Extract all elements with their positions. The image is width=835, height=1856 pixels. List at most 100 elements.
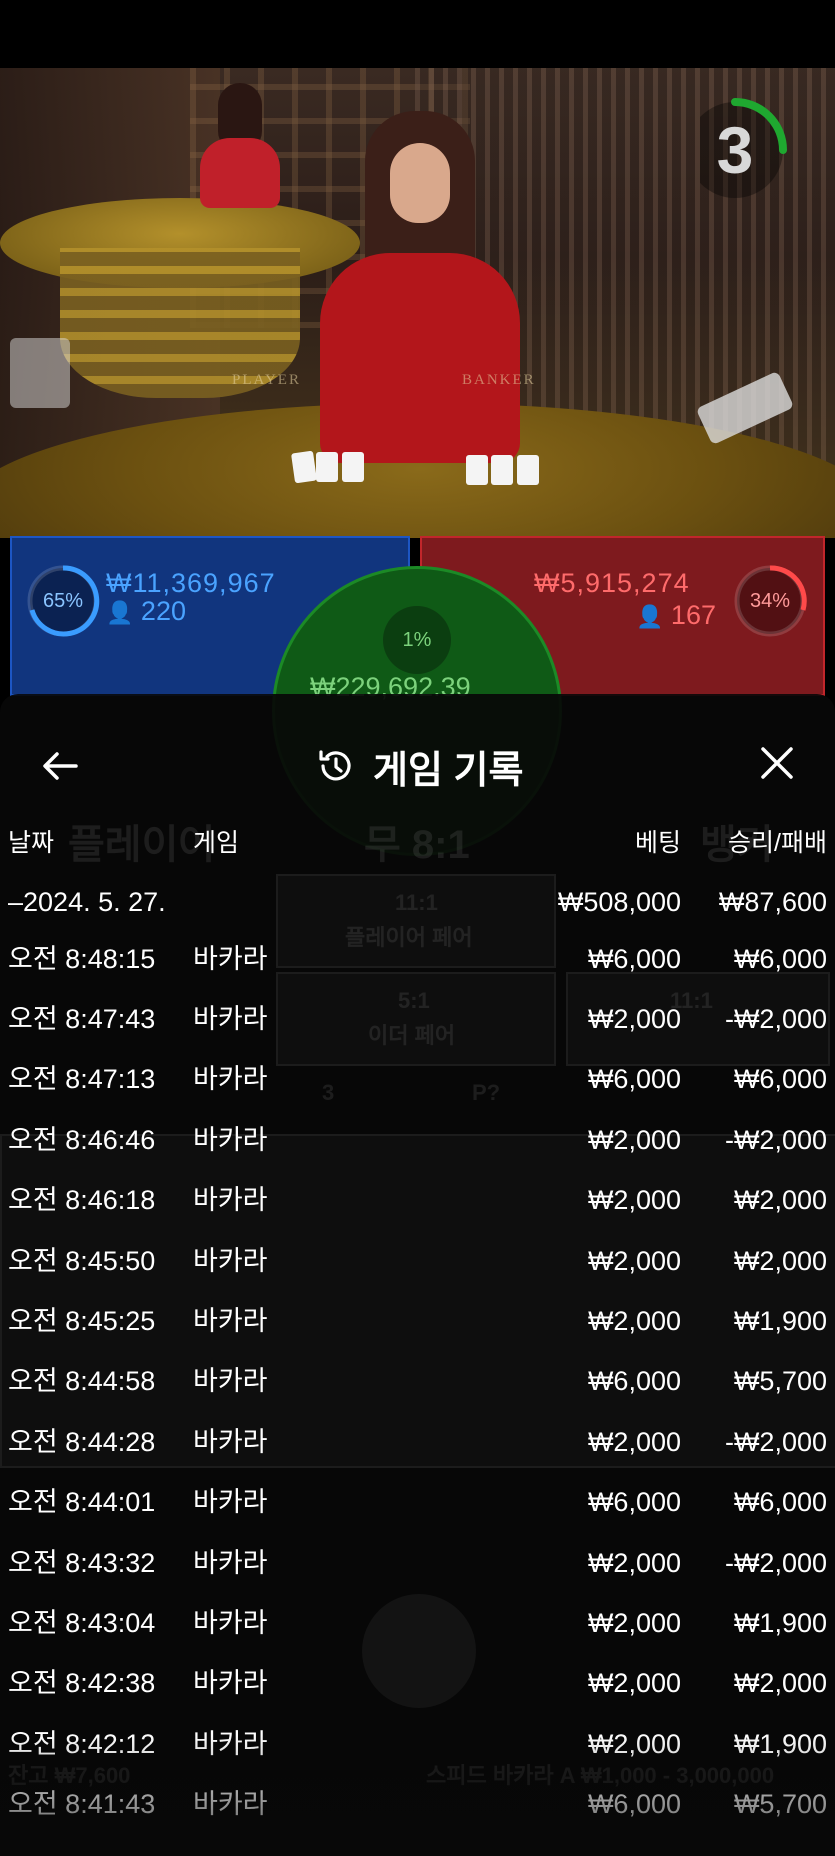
player-card [316,452,338,482]
banker-card [517,455,539,485]
close-button[interactable] [752,738,802,788]
row-bet: ₩2,000 [587,1668,681,1698]
history-row[interactable]: 오전 8:47:43 바카라 ₩2,000 -₩2,000 [0,989,835,1049]
row-date: 오전 8:43:32 [8,1548,156,1578]
timer-value: 3 [716,113,754,187]
row-bet: ₩2,000 [587,1427,681,1457]
row-bet: ₩508,000 [557,887,681,917]
row-date: 오전 8:41:43 [8,1789,156,1819]
row-date: 오전 8:44:01 [8,1487,156,1517]
panel-title-text: 게임 기록 [373,749,524,792]
row-result: ₩5,700 [733,1366,827,1396]
history-row[interactable]: 오전 8:45:25 바카라 ₩2,000 ₩1,900 [0,1291,835,1351]
row-bet: ₩6,000 [587,1789,681,1819]
player-count: 👤 220 [106,596,186,627]
row-result: ₩6,000 [733,1487,827,1517]
row-date: 오전 8:43:04 [8,1608,156,1638]
history-row[interactable]: 오전 8:43:04 바카라 ₩2,000 ₩1,900 [0,1593,835,1653]
row-game: 바카라 [193,1246,268,1276]
banker-count: 👤 167 [636,600,716,631]
discard-tray [10,338,70,408]
back-button[interactable] [34,740,86,792]
col-date: 날짜 [8,829,55,857]
player-card [291,450,317,484]
dealer [280,93,540,513]
row-game: 바카라 [193,1608,268,1638]
history-row[interactable]: 오전 8:41:43 바카라 ₩6,000 ₩5,700 [0,1774,835,1834]
row-date: 오전 8:47:43 [8,1004,156,1034]
row-result: -₩2,000 [724,1125,827,1155]
row-game: 바카라 [193,1668,268,1698]
table-label-banker: BANKER [462,372,536,388]
history-icon [319,750,351,781]
row-game: 바카라 [193,1064,268,1094]
row-date: 오전 8:45:50 [8,1246,156,1276]
col-bet: 베팅 [634,829,681,857]
row-bet: ₩2,000 [587,1729,681,1759]
row-result: -₩2,000 [724,1548,827,1578]
history-summary-row[interactable]: –2024. 5. 27. ₩508,000 ₩87,600 [0,872,835,932]
row-date: 오전 8:47:13 [8,1064,156,1094]
panel-title: 게임 기록 [315,736,523,796]
row-game: 바카라 [193,1306,268,1336]
row-bet: ₩2,000 [587,1004,681,1034]
close-icon [761,747,793,779]
row-game: 바카라 [193,1427,268,1457]
row-result: ₩6,000 [733,1064,827,1094]
history-row[interactable]: 오전 8:46:46 바카라 ₩2,000 -₩2,000 [0,1110,835,1170]
history-row[interactable]: 오전 8:44:28 바카라 ₩2,000 -₩2,000 [0,1412,835,1472]
top-bar [0,0,835,68]
col-result: 승리/패배 [728,829,827,857]
row-bet: ₩2,000 [587,1125,681,1155]
row-result: ₩1,900 [733,1608,827,1638]
row-date: 오전 8:46:46 [8,1125,156,1155]
row-result: -₩2,000 [724,1427,827,1457]
row-game: 바카라 [193,1729,268,1759]
background-dealer [190,83,290,243]
arrow-left-icon [43,752,78,780]
history-row[interactable]: 오전 8:48:15 바카라 ₩6,000 ₩6,000 [0,929,835,989]
countdown-timer: 3 [700,95,810,205]
banker-percent: 34% [749,589,791,612]
row-bet: ₩2,000 [587,1608,681,1638]
player-percent: 65% [42,589,84,612]
history-row[interactable]: 오전 8:42:38 바카라 ₩2,000 ₩2,000 [0,1653,835,1713]
row-date: –2024. 5. 27. [8,887,166,917]
row-bet: ₩2,000 [587,1306,681,1336]
player-percent-ring: 65% [26,564,100,638]
history-row[interactable]: 오전 8:46:18 바카라 ₩2,000 ₩2,000 [0,1170,835,1230]
row-result: ₩6,000 [733,944,827,974]
row-date: 오전 8:42:38 [8,1668,156,1698]
person-icon: 👤 [106,600,134,625]
banker-percent-ring: 34% [733,564,807,638]
row-game: 바카라 [193,1548,268,1578]
history-row[interactable]: 오전 8:47:13 바카라 ₩6,000 ₩6,000 [0,1049,835,1109]
row-result: -₩2,000 [724,1004,827,1034]
banker-amount: ₩5,915,274 [534,568,690,598]
row-result: ₩5,700 [733,1789,827,1819]
game-history-panel: 플레이어 무 8:1 뱅커 11:1 플레이어 페어 5:1 이더 페어 11:… [0,694,835,1856]
row-game: 바카라 [193,1004,268,1034]
tie-percent: 1% [383,606,451,674]
row-result: ₩1,900 [733,1729,827,1759]
history-row[interactable]: 오전 8:43:32 바카라 ₩2,000 -₩2,000 [0,1533,835,1593]
row-game: 바카라 [193,1125,268,1155]
row-game: 바카라 [193,1366,268,1396]
history-row[interactable]: 오전 8:44:01 바카라 ₩6,000 ₩6,000 [0,1472,835,1532]
banker-card [491,455,513,485]
row-date: 오전 8:44:58 [8,1366,156,1396]
row-game: 바카라 [193,1789,268,1819]
banker-card [466,455,488,485]
row-game: 바카라 [193,944,268,974]
row-result: ₩2,000 [733,1185,827,1215]
row-date: 오전 8:46:18 [8,1185,156,1215]
row-date: 오전 8:48:15 [8,944,156,974]
row-date: 오전 8:45:25 [8,1306,156,1336]
history-row[interactable]: 오전 8:42:12 바카라 ₩2,000 ₩1,900 [0,1714,835,1774]
row-result: ₩1,900 [733,1306,827,1336]
row-game: 바카라 [193,1487,268,1517]
row-bet: ₩6,000 [587,1487,681,1517]
history-row[interactable]: 오전 8:45:50 바카라 ₩2,000 ₩2,000 [0,1231,835,1291]
history-row[interactable]: 오전 8:44:58 바카라 ₩6,000 ₩5,700 [0,1351,835,1411]
row-bet: ₩6,000 [587,1064,681,1094]
